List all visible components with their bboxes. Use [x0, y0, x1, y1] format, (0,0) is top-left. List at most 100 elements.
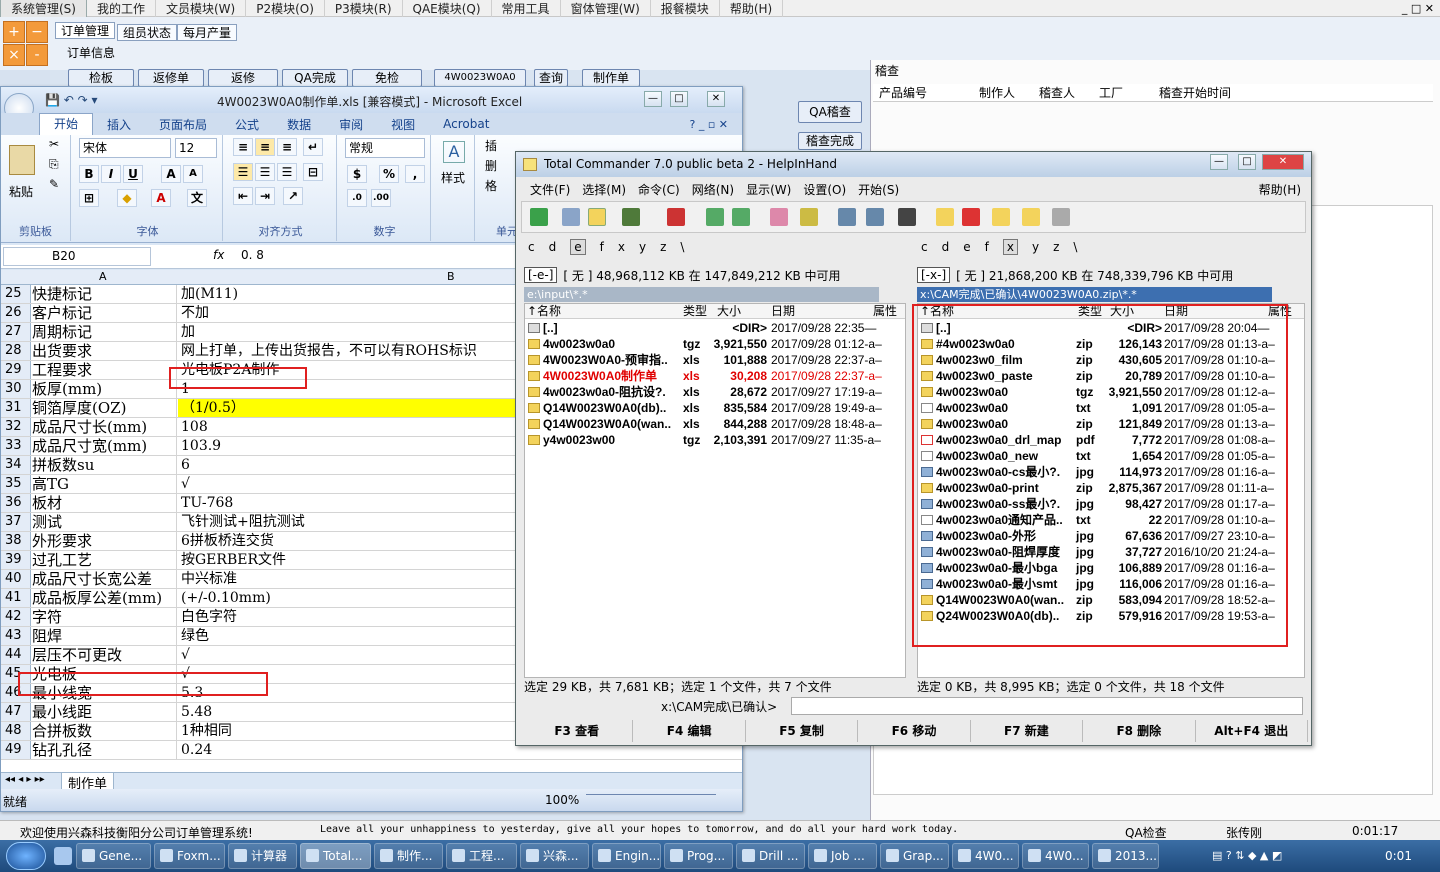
right-drive-x[interactable]: x [1002, 239, 1018, 255]
name-box[interactable]: B20 [3, 247, 151, 266]
right-drive-select[interactable]: [-x-] [917, 267, 951, 283]
audit-col-product[interactable]: 产品编号 [879, 84, 927, 101]
right-path[interactable]: x:\CAM完成\已确认\4W0023W0A0.zip\*.* [917, 287, 1272, 302]
font-color-icon[interactable]: A [151, 189, 171, 207]
bold-icon[interactable]: B [79, 165, 99, 183]
taskbar-item[interactable]: Job ... [808, 843, 877, 869]
order-number-field[interactable]: 4W0023W0A0 [434, 69, 526, 87]
left-drive-c[interactable]: c [528, 240, 535, 254]
cell-a[interactable]: 最小线距 [31, 703, 177, 721]
tab-view[interactable]: 视图 [377, 116, 429, 133]
file-row[interactable]: Q14W0023W0A0(wan.. xls 844,288 2017/09/28 1… [525, 416, 905, 432]
decrease-decimal-icon[interactable]: .00 [371, 189, 391, 207]
folder-icon[interactable] [936, 208, 954, 226]
column-header-a[interactable]: A [99, 270, 107, 283]
cell-a[interactable]: 高TG [31, 475, 177, 493]
tray-icons[interactable]: ▤ ? ⇅ ◆ ▲ ◩ [1212, 849, 1282, 862]
percent-icon[interactable]: % [379, 165, 399, 183]
file-row[interactable]: 4w0023w0a0-阻抗设?. xls 28,672 2017/09/27 17:1… [525, 384, 905, 400]
menu-item-tools[interactable]: 常用工具 [492, 0, 561, 17]
right-drive-y[interactable]: y [1032, 240, 1039, 254]
file-row[interactable]: 4w0023w0a0 tgz 3,921,550 2017/09/28 01:12-a… [525, 336, 905, 352]
pdf-icon[interactable] [962, 208, 980, 226]
delete-cells-button[interactable]: 删 [485, 157, 497, 174]
tc-menu-file[interactable]: 文件(F) [516, 181, 576, 198]
qa-audit-button[interactable]: QA稽查 [798, 101, 862, 123]
row-number[interactable]: 36 [1, 494, 31, 512]
cell-a[interactable]: 出货要求 [31, 342, 177, 360]
app-window-controls[interactable]: _ □ ✕ [1402, 2, 1440, 15]
alt-f4-exit-button[interactable]: Alt+F4 退出 [1196, 720, 1308, 742]
left-drive-root[interactable]: \ [680, 240, 684, 254]
cell-a[interactable]: 成品板厚公差(mm) [31, 589, 177, 607]
row-number[interactable]: 31 [1, 399, 31, 417]
left-drive-z[interactable]: z [660, 240, 666, 254]
function-icon[interactable]: fx [213, 248, 224, 262]
menu-item-my-work[interactable]: 我的工作 [87, 0, 156, 17]
audit-complete-button[interactable]: 稽查完成 [798, 132, 862, 150]
tab-acrobat[interactable]: Acrobat [429, 117, 503, 131]
tc-menu-net[interactable]: 网络(N) [686, 181, 740, 198]
row-number[interactable]: 32 [1, 418, 31, 436]
left-col-type[interactable]: 类型 [683, 304, 707, 318]
right-drive-f[interactable]: f [985, 240, 989, 254]
tab-order-management[interactable]: 订单管理 [55, 22, 116, 39]
merge-cells-icon[interactable]: ⊟ [303, 163, 323, 181]
tc-close-icon[interactable]: ✕ [1262, 154, 1304, 170]
f4-edit-button[interactable]: F4 编辑 [633, 720, 746, 742]
menu-item-p3[interactable]: P3模块(R) [325, 0, 403, 17]
left-drive-d[interactable]: d [549, 240, 557, 254]
menu-item-help[interactable]: 帮助(H) [720, 0, 784, 17]
clock[interactable]: 0:01 [1385, 849, 1412, 863]
row-number[interactable]: 44 [1, 646, 31, 664]
search-icon[interactable] [898, 208, 916, 226]
taskbar-item[interactable]: Engin... [592, 843, 661, 869]
right-drive-root[interactable]: \ [1073, 240, 1077, 254]
f8-delete-button[interactable]: F8 删除 [1083, 720, 1196, 742]
row-number[interactable]: 26 [1, 304, 31, 322]
menu-item-qae[interactable]: QAE模块(Q) [403, 0, 492, 17]
row-number[interactable]: 33 [1, 437, 31, 455]
row-number[interactable]: 30 [1, 380, 31, 398]
row-number[interactable]: 47 [1, 703, 31, 721]
file-row[interactable]: [..] <DIR> 2017/09/28 22:35— [525, 320, 905, 336]
right-drive-d[interactable]: d [942, 240, 950, 254]
show-desktop-icon[interactable] [54, 847, 72, 865]
tc-menu-help[interactable]: 帮助(H) [1253, 181, 1311, 198]
align-right-icon[interactable]: ☰ [277, 163, 297, 181]
increase-indent-icon[interactable]: ⇥ [255, 187, 275, 205]
currency-icon[interactable]: $ [347, 165, 367, 183]
quick-access-icon[interactable]: 💾 ↶ ↷ ▾ [45, 93, 98, 107]
cut-icon[interactable]: ✂ [49, 137, 59, 151]
taskbar-item[interactable]: Prog... [664, 843, 733, 869]
file-row[interactable]: y4w0023w00 tgz 2,103,391 2017/09/27 11:35-a… [525, 432, 905, 448]
paste-label[interactable]: 粘贴 [9, 183, 33, 200]
row-number[interactable]: 42 [1, 608, 31, 626]
align-bottom-icon[interactable]: ≡ [277, 138, 297, 156]
audit-col-factory[interactable]: 工厂 [1099, 84, 1123, 101]
cell-a[interactable]: 字符 [31, 608, 177, 626]
taskbar-item[interactable]: Foxm... [154, 843, 225, 869]
folder-open-icon[interactable] [992, 208, 1010, 226]
cell-a[interactable]: 快捷标记 [31, 285, 177, 303]
taskbar-item[interactable]: Drill ... [736, 843, 805, 869]
cell-a[interactable]: 铜箔厚度(OZ) [31, 399, 177, 417]
taskbar-item[interactable]: Total... [300, 843, 371, 869]
taskbar-item[interactable]: Gene... [76, 843, 151, 869]
left-drive-select[interactable]: [-e-] [524, 267, 558, 283]
full-view-icon[interactable] [588, 208, 606, 226]
excel-maximize-icon[interactable]: □ [670, 91, 688, 107]
tab-member-status[interactable]: 组员状态 [117, 24, 178, 41]
italic-icon[interactable]: I [101, 165, 121, 183]
styles-label[interactable]: 样式 [441, 169, 465, 186]
tab-insert[interactable]: 插入 [93, 116, 145, 133]
menu-item-window[interactable]: 窗体管理(W) [561, 0, 651, 17]
cell-a[interactable]: 成品尺寸宽(mm) [31, 437, 177, 455]
inspect-button[interactable]: 检板 [68, 69, 134, 87]
start-button-icon[interactable] [6, 842, 46, 870]
ftp-icon[interactable] [838, 208, 856, 226]
format-painter-icon[interactable]: ✎ [49, 177, 59, 191]
row-number[interactable]: 39 [1, 551, 31, 569]
query-button[interactable]: 查询 [534, 69, 568, 87]
taskbar-item[interactable]: 2013... [1092, 843, 1159, 869]
